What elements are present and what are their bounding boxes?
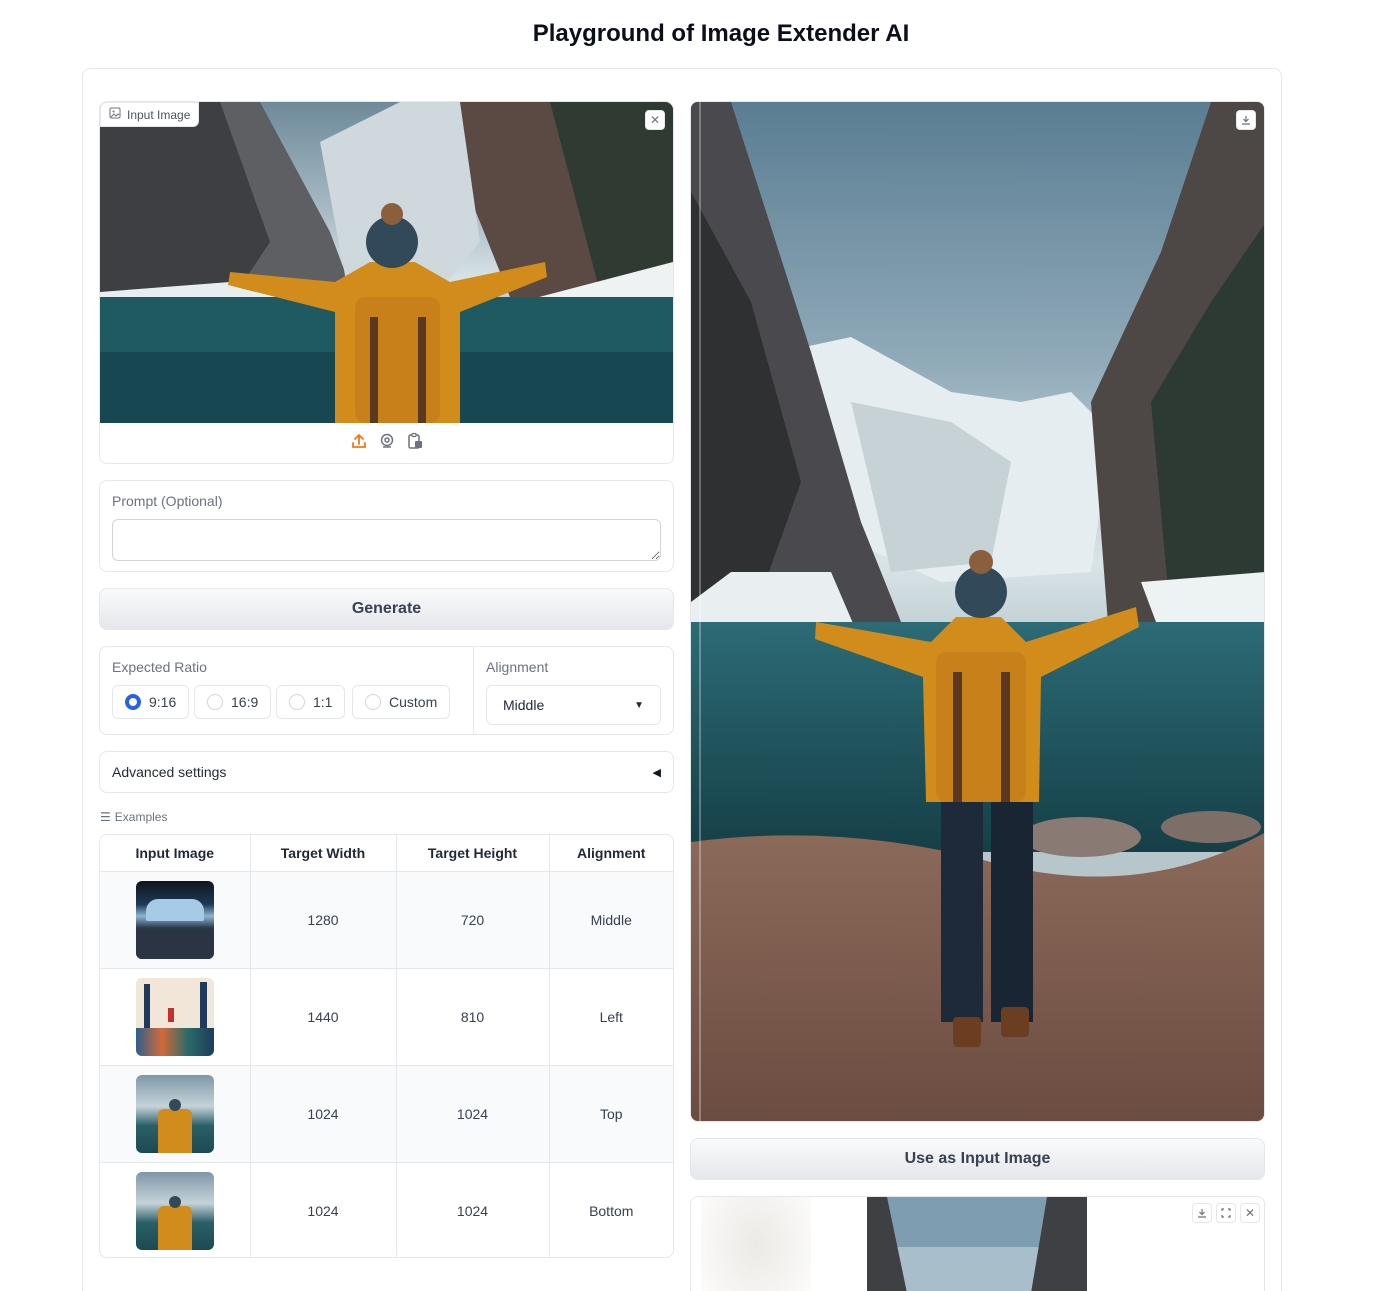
ratio-option-label: 9:16 — [149, 694, 177, 710]
thumb-cell — [100, 871, 251, 969]
page-title: Playground of Image Extender AI — [532, 20, 910, 47]
table-row[interactable]: 1024 1024 Top — [100, 1065, 673, 1163]
upload-icon[interactable] — [350, 432, 368, 450]
alignment-dropdown[interactable]: Middle ▼ — [486, 685, 661, 725]
example-thumbnail — [135, 977, 214, 1056]
column-header: Alignment — [549, 835, 673, 872]
head-shape — [168, 1098, 181, 1111]
thumb-cell — [100, 968, 251, 1066]
examples-label: Examples — [114, 810, 168, 824]
ratio-option-label: 16:9 — [231, 694, 259, 710]
ratio-option-16-9[interactable]: 16:9 — [194, 685, 272, 719]
ratio-option-label: 1:1 — [313, 694, 333, 710]
example-thumbnail — [135, 880, 214, 959]
column-header: Target Width — [250, 835, 397, 872]
cockpit-console — [135, 930, 214, 959]
input-image-label: Input Image — [127, 107, 191, 122]
input-image-badge: Input Image — [100, 102, 200, 127]
use-as-input-button[interactable]: Use as Input Image — [690, 1138, 1265, 1180]
input-image-preview — [100, 102, 673, 423]
jacket-shape — [157, 1108, 192, 1153]
radio-icon — [207, 694, 223, 710]
cockpit-window — [145, 898, 204, 921]
target-width-cell: 1280 — [250, 871, 397, 969]
radio-icon — [365, 694, 381, 710]
ratio-option-custom[interactable]: Custom — [352, 685, 451, 719]
image-icon — [109, 107, 121, 122]
gallery-panel: ✕ — [690, 1196, 1265, 1291]
column-header: Input Image — [100, 835, 251, 872]
example-thumbnail — [135, 1074, 214, 1153]
alignment-cell: Bottom — [549, 1162, 673, 1257]
alignment-value: Middle — [503, 697, 545, 713]
ratio-option-label: Custom — [389, 694, 438, 710]
input-image-panel[interactable]: Input Image ✕ — [99, 101, 674, 464]
prompt-panel: Prompt (Optional) — [99, 480, 674, 572]
target-height-cell: 1024 — [396, 1162, 550, 1257]
example-thumbnail — [135, 1171, 214, 1250]
examples-header: ☰ Examples — [100, 810, 167, 824]
target-width-cell: 1024 — [250, 1065, 397, 1163]
alignment-cell: Top — [549, 1065, 673, 1163]
figure-shape — [167, 1007, 174, 1022]
target-height-cell: 1024 — [396, 1065, 550, 1163]
jacket-shape — [157, 1205, 192, 1250]
output-image-panel — [690, 101, 1265, 1122]
main-container: Input Image ✕ Prompt (Optional) Generate… — [82, 68, 1282, 1291]
target-width-cell: 1440 — [250, 968, 397, 1066]
webcam-icon[interactable] — [378, 432, 396, 450]
advanced-settings-label: Advanced settings — [112, 764, 227, 780]
alignment-cell: Middle — [549, 871, 673, 969]
gallery-scene — [867, 1197, 1087, 1291]
foliage-shape — [135, 1027, 214, 1056]
radio-icon — [289, 694, 305, 710]
target-height-cell: 720 — [396, 871, 550, 969]
panel-divider — [473, 647, 474, 734]
target-width-cell: 1024 — [250, 1162, 397, 1257]
head-shape — [168, 1195, 181, 1208]
download-icon[interactable] — [1192, 1203, 1212, 1223]
output-image-scene — [691, 102, 1264, 1121]
radio-selected-icon — [125, 694, 141, 710]
alignment-cell: Left — [549, 968, 673, 1066]
thumb-cell — [100, 1065, 251, 1163]
fullscreen-icon[interactable] — [1216, 1203, 1236, 1223]
list-icon: ☰ — [100, 810, 111, 824]
examples-table: Input Image Target Width Target Height A… — [99, 834, 674, 1258]
advanced-settings-accordion[interactable]: Advanced settings ◀ — [99, 751, 674, 793]
table-row[interactable]: 1024 1024 Bottom — [100, 1162, 673, 1257]
ratio-option-9-16[interactable]: 9:16 — [112, 685, 190, 719]
close-icon[interactable]: ✕ — [1240, 1203, 1260, 1223]
generate-button[interactable]: Generate — [99, 588, 674, 630]
gallery-image[interactable] — [867, 1197, 1087, 1291]
download-icon[interactable] — [1236, 110, 1256, 130]
ratio-alignment-panel: Expected Ratio 9:16 16:9 1:1 Custom Alig… — [99, 646, 674, 735]
gallery-blur-preview — [701, 1197, 811, 1291]
prompt-input[interactable] — [112, 519, 661, 561]
clipboard-icon[interactable] — [406, 432, 424, 450]
ratio-label: Expected Ratio — [112, 659, 207, 675]
table-row[interactable]: 1440 810 Left — [100, 968, 673, 1066]
prompt-label: Prompt (Optional) — [112, 493, 223, 509]
image-source-toolbar — [100, 432, 673, 458]
close-icon[interactable]: ✕ — [645, 110, 665, 130]
column-header: Target Height — [396, 835, 550, 872]
input-image-scene — [100, 102, 673, 423]
target-height-cell: 810 — [396, 968, 550, 1066]
thumb-cell — [100, 1162, 251, 1257]
ratio-option-1-1[interactable]: 1:1 — [276, 685, 346, 719]
alignment-label: Alignment — [486, 659, 549, 675]
table-row[interactable]: 1280 720 Middle — [100, 871, 673, 969]
caret-left-icon: ◀ — [652, 766, 661, 779]
caret-down-icon: ▼ — [634, 699, 644, 711]
